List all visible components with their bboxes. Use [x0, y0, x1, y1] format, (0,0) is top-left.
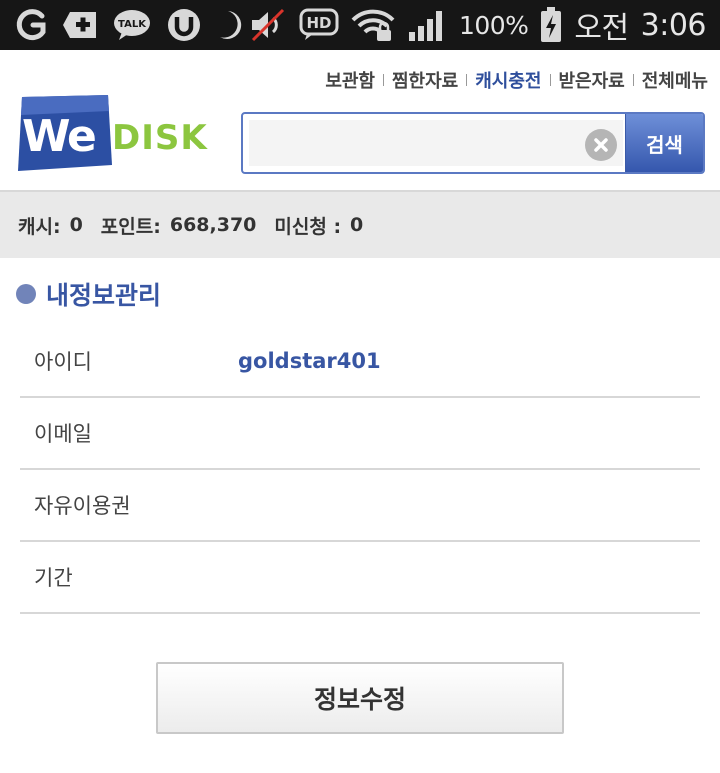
info-label: 아이디 [34, 350, 92, 374]
nav-cash-charge[interactable]: 캐시충전 [475, 67, 541, 93]
status-bar: TALK HD 100% 오전 3:06 [0, 0, 720, 50]
status-time: 3:06 [640, 7, 707, 43]
info-row-id: 아이디 goldstar401 [20, 326, 700, 398]
info-list: 아이디 goldstar401 이메일 자유이용권 기간 [20, 326, 700, 614]
nav-separator [383, 74, 384, 86]
nav-storage[interactable]: 보관함 [325, 67, 375, 93]
close-icon [594, 138, 608, 152]
nav-all-menu[interactable]: 전체메뉴 [642, 67, 708, 93]
wedisk-logo[interactable]: We DISK [16, 95, 216, 171]
logo-disk: DISK [112, 118, 208, 158]
utorrent-icon [166, 7, 202, 43]
info-row-email: 이메일 [20, 398, 700, 470]
header: 보관함 찜한자료 캐시충전 받은자료 전체메뉴 We DISK 검색 [0, 50, 720, 192]
search-button[interactable]: 검색 [625, 114, 703, 172]
point-value: 668,370 [169, 214, 257, 236]
nav-favorites[interactable]: 찜한자료 [392, 67, 458, 93]
status-bar-right: HD 100% 오전 3:06 [249, 6, 707, 46]
mute-icon [249, 8, 287, 42]
moon-icon [216, 8, 246, 42]
logo-we: We [22, 111, 95, 162]
signal-icon [407, 8, 447, 42]
nav-separator [632, 74, 634, 86]
cash-value: 0 [69, 214, 83, 236]
top-nav: 보관함 찜한자료 캐시충전 받은자료 전체메뉴 [325, 67, 708, 93]
info-value: goldstar401 [238, 349, 381, 373]
section-title-text: 내정보관리 [46, 281, 162, 310]
battery-percent: 100% [458, 10, 529, 40]
battery-icon [540, 7, 562, 43]
hd-voice-icon: HD [299, 8, 339, 42]
info-label: 이메일 [34, 422, 92, 446]
cash-label: 캐시: [18, 215, 61, 238]
plus-icon [62, 10, 98, 40]
hd-icon-label: HD [306, 14, 331, 32]
search-input[interactable] [249, 120, 623, 166]
info-label: 자유이용권 [34, 494, 131, 518]
search-box: 검색 [241, 112, 705, 174]
g-icon [16, 8, 48, 42]
status-ampm: 오전 [574, 11, 629, 46]
clear-search-button[interactable] [585, 129, 617, 161]
section-title: 내정보관리 [16, 276, 161, 312]
info-row-free-pass: 자유이용권 [20, 470, 700, 542]
talk-icon-label: TALK [118, 19, 147, 30]
info-row-period: 기간 [20, 542, 700, 614]
nav-separator [549, 74, 551, 86]
unclaimed-value: 0 [350, 214, 364, 236]
talk-icon: TALK [112, 8, 152, 42]
edit-info-button[interactable]: 정보수정 [156, 662, 564, 734]
wifi-icon [351, 8, 395, 42]
unclaimed-label: 미신청 : [274, 215, 342, 238]
points-bar: 캐시: 0 포인트: 668,370 미신청 : 0 [0, 192, 720, 258]
bullet-icon [16, 284, 36, 304]
info-label: 기간 [34, 566, 73, 590]
nav-separator [466, 74, 468, 86]
status-bar-left: TALK [16, 6, 246, 44]
point-label: 포인트: [100, 215, 161, 238]
nav-received[interactable]: 받은자료 [559, 67, 625, 93]
